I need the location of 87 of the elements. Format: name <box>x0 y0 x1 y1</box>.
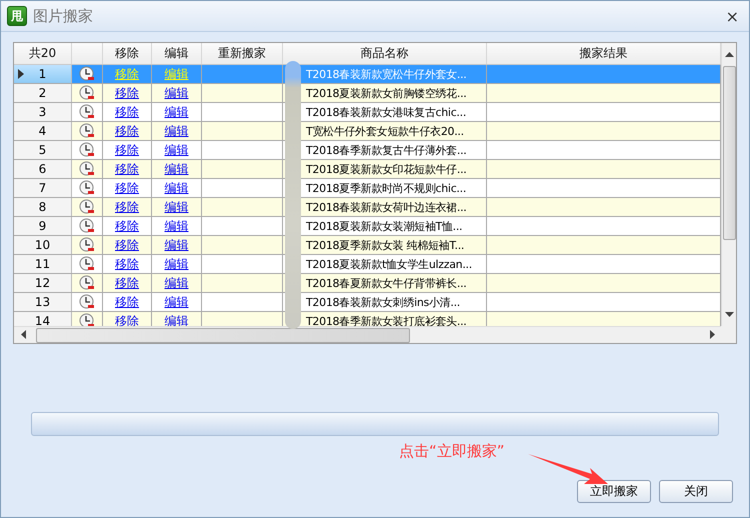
edit-link[interactable]: 编辑 <box>164 256 188 272</box>
remove-link[interactable]: 移除 <box>115 160 139 178</box>
edit-link[interactable]: 编辑 <box>164 274 188 292</box>
row-number: 11 <box>14 255 72 273</box>
clock-icon <box>79 161 95 177</box>
row-number: 13 <box>14 293 72 311</box>
table-row[interactable]: 5 移除 编辑 T2018春季新款复古牛仔薄外套... <box>14 141 721 160</box>
remove-link[interactable]: 移除 <box>115 142 139 158</box>
app-icon: 甩 <box>7 6 27 26</box>
row-number: 10 <box>14 236 72 254</box>
table-row[interactable]: 7 移除 编辑 T2018夏季新款时尚不规则chic... <box>14 179 721 198</box>
row-number: 5 <box>14 141 72 159</box>
clock-icon <box>79 85 95 101</box>
table-row[interactable]: 3 移除 编辑 T2018春装新款女港味复古chic... <box>14 103 721 122</box>
column-header: 共20 <box>14 43 72 64</box>
table-row[interactable]: 8 移除 编辑 T2018春装新款女荷叶边连衣裙... <box>14 198 721 217</box>
row-number: 3 <box>14 103 72 121</box>
table-row[interactable]: 13 移除 编辑 T2018春装新款女刺绣ins小清... <box>14 293 721 312</box>
arrow-icon <box>528 454 610 486</box>
remove-link[interactable]: 移除 <box>115 256 139 272</box>
horizontal-scrollbar[interactable] <box>14 326 721 343</box>
row-number: 4 <box>14 122 72 140</box>
row-number: 7 <box>14 179 72 197</box>
row-number: 9 <box>14 217 72 235</box>
remove-link[interactable]: 移除 <box>115 104 139 120</box>
edit-link[interactable]: 编辑 <box>164 84 188 102</box>
scroll-up-icon[interactable] <box>724 50 734 59</box>
clock-icon <box>79 142 95 158</box>
clock-icon <box>79 275 95 291</box>
clock-icon <box>79 256 95 272</box>
table-row[interactable]: 14 移除 编辑 T2018春季新款女装打底衫套头... <box>14 312 721 326</box>
row-number: 8 <box>14 198 72 216</box>
remove-link[interactable]: 移除 <box>115 236 139 254</box>
column-header: 编辑 <box>152 43 202 64</box>
scroll-down-icon[interactable] <box>724 310 734 319</box>
close-dialog-button[interactable]: 关闭 <box>659 480 733 503</box>
table-row[interactable]: 11 移除 编辑 T2018夏装新款t恤女学生ulzzan... <box>14 255 721 274</box>
table-row[interactable]: 4 移除 编辑 T宽松牛仔外套女短款牛仔衣20... <box>14 122 721 141</box>
remove-link[interactable]: 移除 <box>115 198 139 216</box>
clock-icon <box>79 294 95 310</box>
clock-icon <box>79 313 95 326</box>
clock-icon <box>79 104 95 120</box>
scroll-right-icon[interactable] <box>708 330 717 339</box>
edit-link[interactable]: 编辑 <box>164 160 188 178</box>
close-button[interactable]: × <box>722 6 743 26</box>
edit-link[interactable]: 编辑 <box>164 218 188 234</box>
clock-icon <box>79 237 95 253</box>
row-number: 2 <box>14 84 72 102</box>
edit-link[interactable]: 编辑 <box>164 122 188 140</box>
table-row[interactable]: 9 移除 编辑 T2018夏装新款女装潮短袖T恤... <box>14 217 721 236</box>
clock-icon <box>79 180 95 196</box>
remove-link[interactable]: 移除 <box>115 218 139 234</box>
table-row[interactable]: 10 移除 编辑 T2018夏季新款女装 纯棉短袖T... <box>14 236 721 255</box>
remove-link[interactable]: 移除 <box>115 180 139 196</box>
edit-link[interactable]: 编辑 <box>164 104 188 120</box>
row-number: 6 <box>14 160 72 178</box>
clock-icon <box>79 123 95 139</box>
scroll-thumb[interactable] <box>722 66 736 240</box>
scroll-thumb[interactable] <box>36 328 410 342</box>
edit-link[interactable]: 编辑 <box>164 180 188 196</box>
table-row[interactable]: 12 移除 编辑 T2018春夏新款女牛仔背带裤长... <box>14 274 721 293</box>
clock-icon <box>79 66 95 82</box>
window-title: 图片搬家 <box>33 6 93 26</box>
edit-link[interactable]: 编辑 <box>164 198 188 216</box>
row-pointer-icon <box>18 69 24 79</box>
remove-link[interactable]: 移除 <box>115 274 139 292</box>
vertical-scrollbar[interactable] <box>721 43 736 326</box>
clock-icon <box>79 218 95 234</box>
scroll-left-icon[interactable] <box>19 330 28 339</box>
remove-link[interactable]: 移除 <box>115 122 139 140</box>
row-number: 1 <box>14 65 72 83</box>
edit-link[interactable]: 编辑 <box>164 142 188 158</box>
clock-icon <box>79 199 95 215</box>
column-header: 移除 <box>103 43 152 64</box>
row-number: 12 <box>14 274 72 292</box>
table-row[interactable]: 2 移除 编辑 T2018夏装新款女前胸镂空绣花... <box>14 84 721 103</box>
annotation-text: 点击“立即搬家” <box>399 442 505 461</box>
remove-link[interactable]: 移除 <box>115 84 139 102</box>
remove-link[interactable]: 移除 <box>115 312 139 326</box>
row-number: 14 <box>14 312 72 326</box>
edit-link[interactable]: 编辑 <box>164 294 188 310</box>
edit-link[interactable]: 编辑 <box>164 236 188 254</box>
edit-link[interactable]: 编辑 <box>164 312 188 326</box>
start-button[interactable]: 立即搬家 <box>577 480 651 503</box>
table-row[interactable]: 6 移除 编辑 T2018夏装新款女印花短款牛仔... <box>14 160 721 179</box>
remove-link[interactable]: 移除 <box>115 294 139 310</box>
column-header: 重新搬家 <box>202 43 283 64</box>
